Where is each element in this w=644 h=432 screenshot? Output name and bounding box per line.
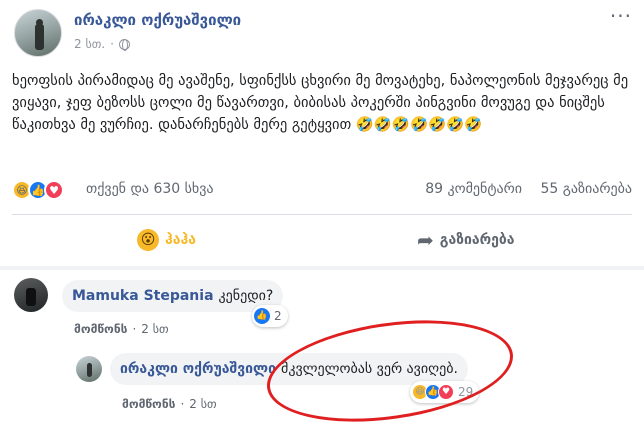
comment-reaction-count: 2 <box>274 309 282 323</box>
love-reaction-icon: ♥ <box>438 384 454 400</box>
comment-meta: მომწონს · 2 სთ <box>74 322 169 336</box>
post-text: ხეოფსის პირამიდაც მე ავაშენე, სფინქსს ცხ… <box>12 73 629 133</box>
comment-bubble: Mamuka Stepania კენედი? <box>62 280 284 312</box>
reply-author[interactable]: ირაკლი ოქრუაშვილი <box>120 361 276 377</box>
haha-button[interactable]: 😮 ჰაჰა <box>137 217 196 263</box>
reply-meta: მომწონს · 2 სთ <box>122 397 217 411</box>
reply-reaction-count: 29 <box>458 385 474 399</box>
comment-time[interactable]: 2 სთ <box>141 322 168 336</box>
comment-like-link[interactable]: მომწონს <box>74 322 127 336</box>
love-reaction-icon: ♥ <box>44 180 64 200</box>
reaction-icons[interactable]: 😆 👍 ♥ <box>12 180 64 200</box>
comment-avatar[interactable] <box>14 278 48 312</box>
reply-text: მკვლელობას ვერ ავიღებ. <box>281 361 458 377</box>
divider <box>12 214 632 215</box>
post-time[interactable]: 2 სთ. <box>74 37 105 51</box>
post-action-bar: 😮 ჰაჰა ➦ გაზიარება <box>12 217 632 263</box>
reply-bubble: ირაკლი ოქრუაშვილი მკვლელობას ვერ ავიღებ. <box>110 353 468 385</box>
comments-count[interactable]: 89 კომენტარი <box>425 181 522 197</box>
share-arrow-icon: ➦ <box>417 228 434 252</box>
globe-icon <box>118 38 130 51</box>
comment-author[interactable]: Mamuka Stepania <box>72 288 214 304</box>
haha-emoji-icon: 😮 <box>137 229 159 251</box>
comments-divider <box>0 266 644 270</box>
haha-button-label: ჰაჰა <box>165 232 197 248</box>
dot-separator: · <box>132 322 137 336</box>
reactions-count[interactable]: თქვენ და 630 სხვა <box>86 181 214 197</box>
reply-reactions-badge[interactable]: 😆 👍 ♥ 29 <box>410 381 480 403</box>
shares-count[interactable]: 55 გაზიარება <box>541 181 632 197</box>
comment-text: კენედი? <box>218 288 274 304</box>
like-reaction-icon: 👍 <box>254 308 270 324</box>
reply-time[interactable]: 2 სთ <box>189 397 216 411</box>
more-options-icon[interactable]: ··· <box>610 4 632 28</box>
share-button[interactable]: ➦ გაზიარება <box>417 217 515 263</box>
reply-like-link[interactable]: მომწონს <box>122 397 175 411</box>
post-author-name[interactable]: ირაკლი ოქრუაშვილი <box>74 11 241 29</box>
comment-reactions-badge[interactable]: 👍 2 <box>252 305 288 327</box>
post-meta: 2 სთ. · <box>74 37 130 51</box>
dot-separator: · <box>110 37 114 51</box>
share-button-label: გაზიარება <box>439 232 515 248</box>
post-author-avatar[interactable] <box>14 9 62 57</box>
reactions-summary: 😆 👍 ♥ თქვენ და 630 სხვა 89 კომენტარი 55 … <box>12 180 632 200</box>
dot-separator: · <box>180 397 185 411</box>
reply-avatar[interactable] <box>76 356 102 382</box>
